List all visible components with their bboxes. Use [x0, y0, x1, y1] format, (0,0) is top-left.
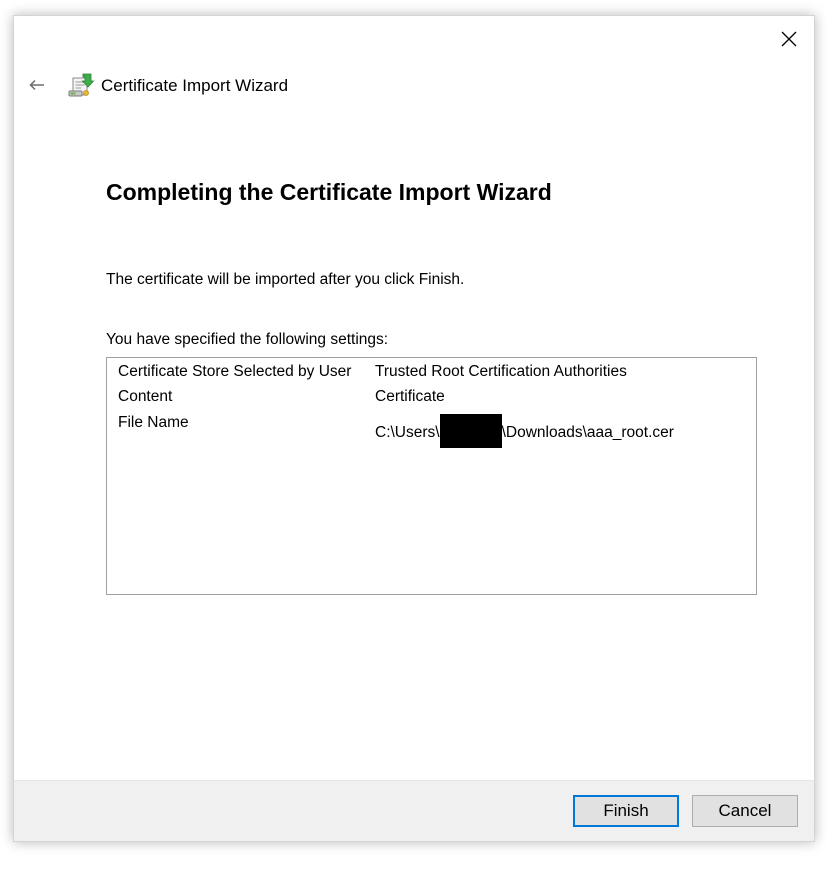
- window-title: Certificate Import Wizard: [101, 76, 289, 95]
- certificate-import-wizard-window: Certificate Import Wizard Completing the…: [13, 15, 815, 842]
- back-button[interactable]: [24, 72, 50, 98]
- settings-list[interactable]: Certificate Store Selected by User Trust…: [106, 357, 757, 595]
- certificate-wizard-icon: [68, 73, 95, 97]
- settings-key: File Name: [118, 414, 189, 431]
- close-button[interactable]: [764, 16, 814, 62]
- page-description: The certificate will be imported after y…: [106, 271, 465, 288]
- settings-value-file-path: C:\Users\ \Downloads\aaa_root.cer: [375, 414, 674, 448]
- close-icon: [781, 31, 797, 47]
- wizard-footer: Finish Cancel: [14, 780, 814, 841]
- back-arrow-icon: [29, 79, 44, 91]
- settings-label: You have specified the following setting…: [106, 331, 389, 348]
- finish-button[interactable]: Finish: [573, 795, 679, 827]
- file-path-suffix: \Downloads\aaa_root.cer: [501, 424, 674, 441]
- settings-key: Certificate Store Selected by User: [118, 363, 352, 380]
- settings-value: Certificate: [375, 388, 445, 405]
- settings-value: Trusted Root Certification Authorities: [375, 363, 627, 380]
- redacted-block: [439, 414, 502, 448]
- page-heading: Completing the Certificate Import Wizard: [106, 179, 552, 205]
- file-path-prefix: C:\Users\: [375, 424, 440, 441]
- cancel-button[interactable]: Cancel: [692, 795, 798, 827]
- settings-key: Content: [118, 388, 173, 405]
